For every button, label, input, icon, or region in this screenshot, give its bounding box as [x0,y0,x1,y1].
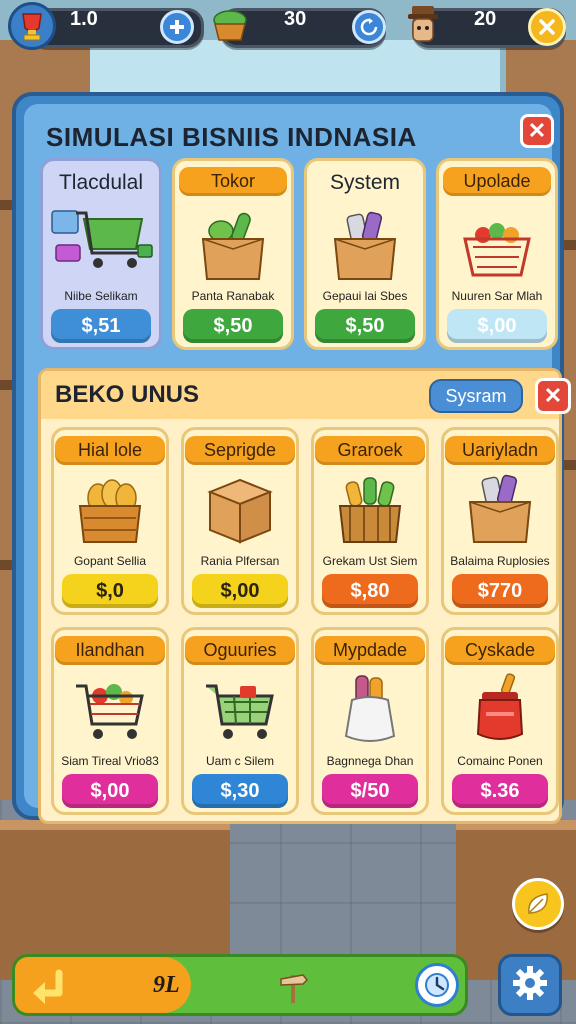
category-card[interactable]: Upolade Nuuren Sar Mlah $,00 [436,158,558,350]
price-button[interactable]: $,00 [192,574,288,608]
plus-icon[interactable] [160,10,194,44]
shopping-cart-icon [70,672,150,752]
back-arrow-icon[interactable] [29,967,73,1009]
level-value: 1.0 [70,8,98,30]
cash-value: 30 [284,8,307,30]
leaf-icon[interactable] [512,878,564,930]
item-subtitle: Grekam Ust Siem [322,554,418,568]
item-title: Cyskade [445,636,555,665]
price-button[interactable]: $,00 [447,309,547,343]
produce-basket-icon [457,209,537,289]
price-button[interactable]: $.36 [452,774,548,808]
item-card[interactable]: Uariyladn Balaima Ruplosies $770 [441,427,559,615]
cardboard-box-icon [200,472,280,552]
price-button[interactable]: $/50 [322,774,418,808]
shopkeeper-icon [402,2,444,48]
system-button[interactable]: Sysram [429,379,523,413]
category-card[interactable]: System Gepaui lai Sbes $,50 [304,158,426,350]
card-subtitle: Gepaui lai Sbes [322,289,408,303]
item-title: Mypdade [315,636,425,665]
price-button[interactable]: $,80 [322,574,418,608]
item-subtitle: Bagnnega Dhan [326,754,414,768]
item-card[interactable]: Mypdade Bagnnega Dhan $/50 [311,627,429,815]
item-title: Ilandhan [55,636,165,665]
staff-value: 20 [474,8,497,30]
item-subtitle: Siam Tireal Vrio83 [61,754,159,768]
vegetable-basket-icon [208,4,252,48]
vegetable-box-icon [193,209,273,289]
price-button[interactable]: $,30 [192,774,288,808]
green-cart-icon [200,672,280,752]
sack-icon [330,672,410,752]
bottom-value: 9L [153,972,180,998]
item-subtitle: Rania Plfersan [200,554,280,568]
shop-goods-icon [46,201,156,281]
item-subtitle: Comainc Ponen [457,754,543,768]
card-subtitle: Niibe Selikam [64,289,138,303]
refresh-icon[interactable] [352,10,386,44]
item-card[interactable]: Seprigde Rania Plfersan $,00 [181,427,299,615]
item-subtitle: Uam c Silem [205,754,274,768]
clock-icon[interactable] [415,963,459,1007]
section-title: BEKO UNUS [55,381,200,408]
card-title: Upolade [443,167,551,196]
card-subtitle: Nuuren Sar Mlah [451,289,543,303]
business-simulation-panel: SIMULASI BISNIIS INDNASIA ✕ Tlacdulal Nii… [12,92,571,824]
panel-body: SIMULASI BISNIIS INDNASIA ✕ Tlacdulal Nii… [24,104,571,824]
item-subtitle: Balaima Ruplosies [450,554,550,568]
item-card[interactable]: Cyskade Comainc Ponen $.36 [441,627,559,815]
item-title: Oguuries [185,636,295,665]
settings-button[interactable] [498,954,562,1016]
top-hud: 1.0 30 20 [0,0,576,54]
item-card[interactable]: Ilandhan Siam Tireal Vrio83 $,00 [51,627,169,815]
item-card[interactable]: Oguuries Uam c Silem $,30 [181,627,299,815]
panel-close-button[interactable]: ✕ [520,114,554,148]
price-button[interactable]: $,50 [183,309,283,343]
card-title: Tokor [179,167,287,196]
section-header: BEKO UNUS Sysram ✕ [41,371,571,419]
bottom-action-bar: 9L [12,954,468,1016]
card-title: Tlacdulal [58,171,144,194]
item-title: Hial lole [55,436,165,465]
price-button[interactable]: $,0 [62,574,158,608]
price-button[interactable]: $770 [452,574,548,608]
close-icon[interactable] [528,8,566,46]
item-title: Graroek [315,436,425,465]
price-button[interactable]: $,51 [51,309,151,343]
goods-box-icon [460,472,540,552]
goods-box-icon [325,209,405,289]
item-title: Seprigde [185,436,295,465]
bread-crate-icon [70,472,150,552]
category-card[interactable]: Tlacdulal Niibe Selikam $,51 [40,158,162,350]
item-card[interactable]: Hial lole Gopant Sellia $,0 [51,427,169,615]
category-card[interactable]: Tokor Panta Ranabak $,50 [172,158,294,350]
panel-title: SIMULASI BISNIIS INDNASIA [46,122,417,152]
items-section: BEKO UNUS Sysram ✕ Hial lole Gopant Selli… [38,368,571,824]
price-button[interactable]: $,00 [62,774,158,808]
price-button[interactable]: $,50 [315,309,415,343]
signpost-icon[interactable] [277,969,309,1009]
section-close-button[interactable]: ✕ [535,378,571,414]
red-jar-icon [460,672,540,752]
vegetable-crate-icon [330,472,410,552]
item-title: Uariyladn [445,436,555,465]
item-card[interactable]: Graroek Grekam Ust Siem $,80 [311,427,429,615]
item-subtitle: Gopant Sellia [73,554,147,568]
card-title: System [329,171,400,194]
gear-icon [510,963,550,1007]
trophy-icon [8,2,56,50]
card-subtitle: Panta Ranabak [191,289,275,303]
